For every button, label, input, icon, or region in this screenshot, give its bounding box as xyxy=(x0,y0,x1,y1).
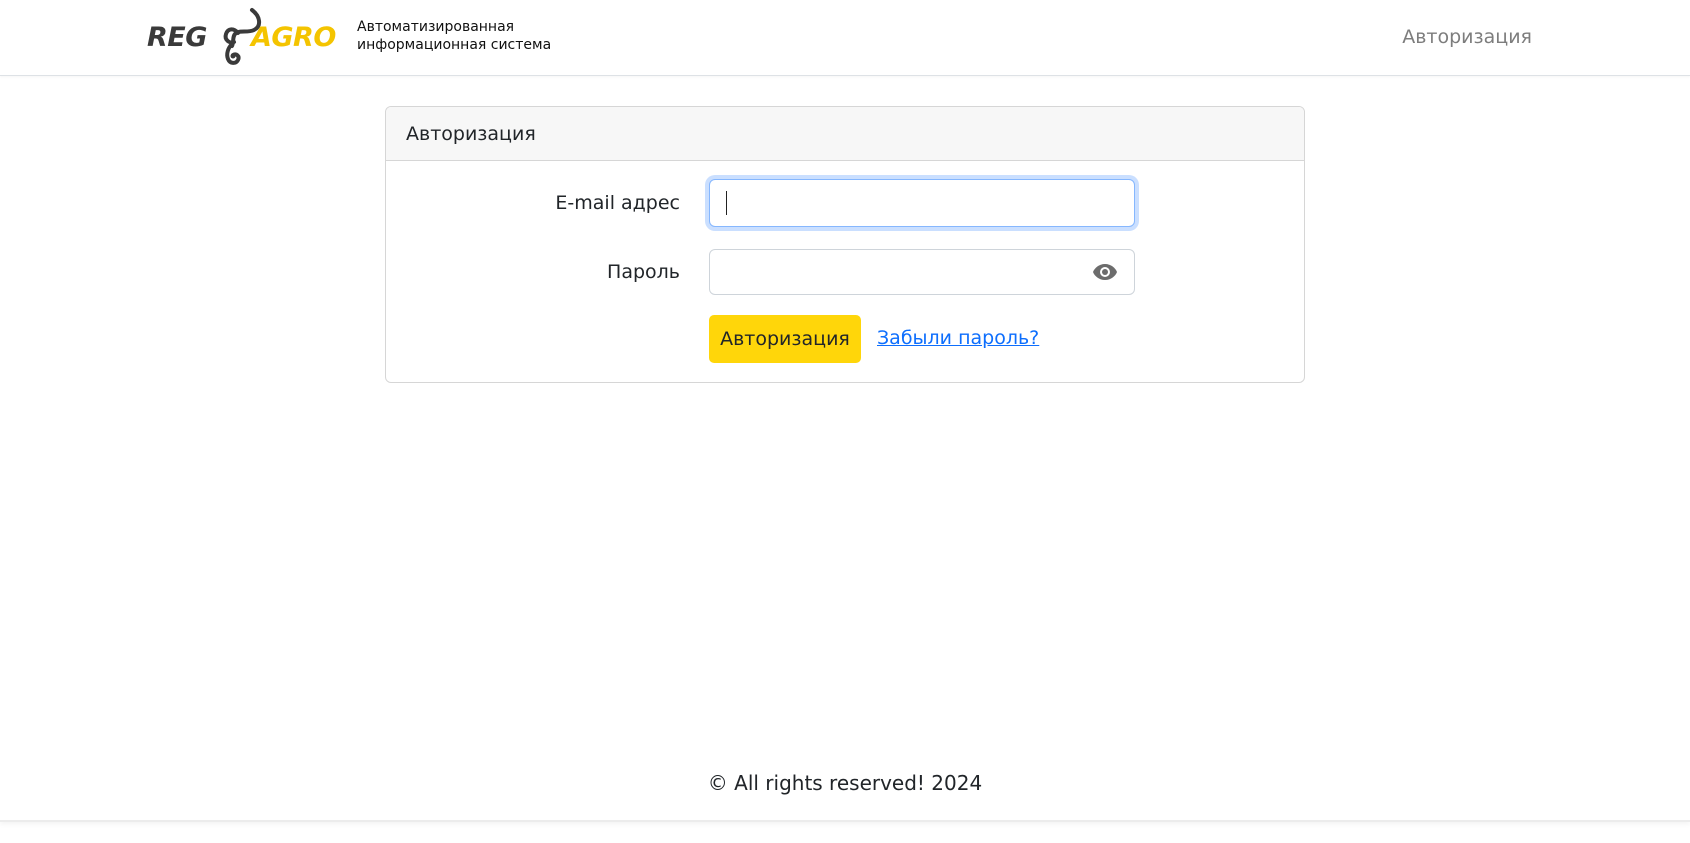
password-label: Пароль xyxy=(607,261,680,283)
nav-login-link[interactable]: Авторизация xyxy=(1402,26,1532,48)
page-footer: © All rights reserved! 2024 xyxy=(0,745,1690,822)
top-navbar: REG AGRO Автоматизированная информационн… xyxy=(0,0,1690,76)
email-field[interactable] xyxy=(709,179,1135,227)
email-label: E-mail адрес xyxy=(555,192,680,214)
logo-text-agro: AGRO xyxy=(251,22,336,53)
actions-row: Авторизация Забыли пароль? xyxy=(386,315,1304,363)
logo-text-reg: REG xyxy=(147,22,207,53)
text-caret xyxy=(726,191,727,215)
brand-subtitle-line2: информационная система xyxy=(357,37,552,53)
show-password-toggle[interactable] xyxy=(1091,260,1119,284)
login-card: Авторизация E-mail адрес Пароль Авториза… xyxy=(385,106,1305,383)
email-row: E-mail адрес xyxy=(386,179,1304,227)
password-row: Пароль xyxy=(386,249,1304,295)
brand-subtitle: Автоматизированная информационная систем… xyxy=(357,18,551,54)
eye-icon xyxy=(1093,264,1117,280)
login-card-title: Авторизация xyxy=(386,107,1304,161)
login-submit-button[interactable]: Авторизация xyxy=(709,315,861,363)
brand-home-link[interactable]: REG AGRO Автоматизированная информационн… xyxy=(146,6,551,66)
password-field[interactable] xyxy=(709,249,1135,295)
regagro-logo: REG AGRO xyxy=(146,6,342,66)
brand-subtitle-line1: Автоматизированная xyxy=(357,19,515,35)
copyright-text: © All rights reserved! 2024 xyxy=(707,770,983,795)
forgot-password-link[interactable]: Забыли пароль? xyxy=(877,327,1039,349)
